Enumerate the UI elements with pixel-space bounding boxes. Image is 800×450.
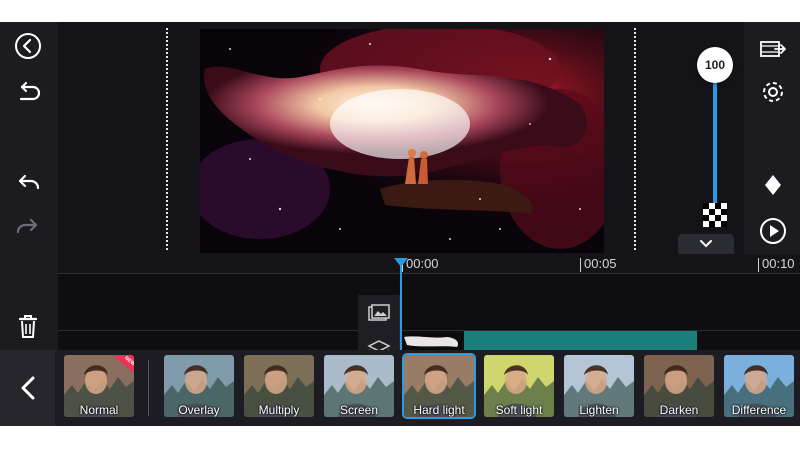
blend-mode-tile[interactable]: Screen	[324, 355, 394, 417]
blend-mode-tile[interactable]: Hard light	[402, 353, 476, 419]
playhead[interactable]	[400, 260, 402, 352]
blend-mode-tile[interactable]: Darken	[644, 355, 714, 417]
blend-mode-tile[interactable]: Difference	[724, 355, 794, 417]
chevron-left-icon	[21, 376, 34, 400]
blend-mode-label: Overlay	[178, 403, 220, 417]
opacity-slider-track[interactable]	[713, 77, 717, 212]
blend-mode-label: Lighten	[579, 403, 619, 417]
image-track-icon[interactable]	[358, 295, 400, 331]
tick-mark	[758, 258, 759, 272]
time-ruler[interactable]: 00:00 00:05 00:10	[58, 254, 800, 274]
blend-mode-tile[interactable]: Overlay	[164, 355, 234, 417]
collapse-panel-button[interactable]	[678, 234, 734, 254]
keyframe-diamond-icon[interactable]	[756, 168, 790, 202]
blend-mode-tile[interactable]: Soft light	[484, 355, 554, 417]
left-toolbar	[0, 22, 58, 350]
blend-mode-label: Soft light	[495, 403, 543, 417]
opacity-slider-handle[interactable]: 100	[697, 47, 733, 83]
blend-mode-label: Darken	[659, 403, 699, 417]
blend-mode-tile[interactable]: NEW Normal	[64, 355, 134, 417]
tick-mark	[580, 258, 581, 272]
blend-mode-tile[interactable]: Multiply	[244, 355, 314, 417]
timeline[interactable]: 00:00 00:05 00:10 1	[58, 254, 800, 369]
blend-mode-label: Difference	[731, 403, 787, 417]
blend-mode-label: Hard light	[413, 403, 465, 417]
divider	[148, 360, 149, 416]
back-button[interactable]	[0, 350, 55, 426]
image-track[interactable]	[58, 295, 800, 331]
blend-mode-label: Multiply	[258, 403, 300, 417]
redo-icon[interactable]	[8, 207, 48, 247]
safe-guide-left	[166, 28, 168, 250]
blend-mode-tile[interactable]: Lighten	[564, 355, 634, 417]
gear-icon[interactable]	[756, 75, 790, 109]
blend-mode-label: Screen	[339, 403, 379, 417]
play-icon[interactable]	[756, 214, 790, 248]
chevron-down-icon	[700, 240, 712, 248]
blend-mode-panel: NEW Normal Overlay Multiply Screen Hard light…	[0, 350, 800, 426]
playhead-marker[interactable]	[394, 258, 408, 267]
new-badge: NEW	[112, 355, 134, 373]
right-toolbar	[744, 22, 800, 254]
tick-label: 00:10	[762, 256, 795, 271]
layer-clip-thumbnail[interactable]	[402, 333, 462, 351]
tick-label: 00:05	[584, 256, 617, 271]
safe-guide-right	[634, 28, 636, 250]
blend-mode-label: Normal	[79, 403, 119, 417]
tick-label: 00:00	[406, 256, 439, 271]
video-preview[interactable]	[200, 29, 604, 253]
trash-icon[interactable]	[8, 306, 48, 346]
undo-icon[interactable]	[8, 163, 48, 203]
back-circle-icon[interactable]	[8, 26, 48, 66]
transparency-checker-icon[interactable]	[703, 203, 727, 227]
video-editor: 100 00:00 00:05 00:10 NEW Normal Overlay…	[0, 22, 800, 426]
return-icon[interactable]	[8, 72, 48, 112]
export-icon[interactable]	[756, 32, 790, 66]
preview-area: 100	[58, 22, 744, 254]
